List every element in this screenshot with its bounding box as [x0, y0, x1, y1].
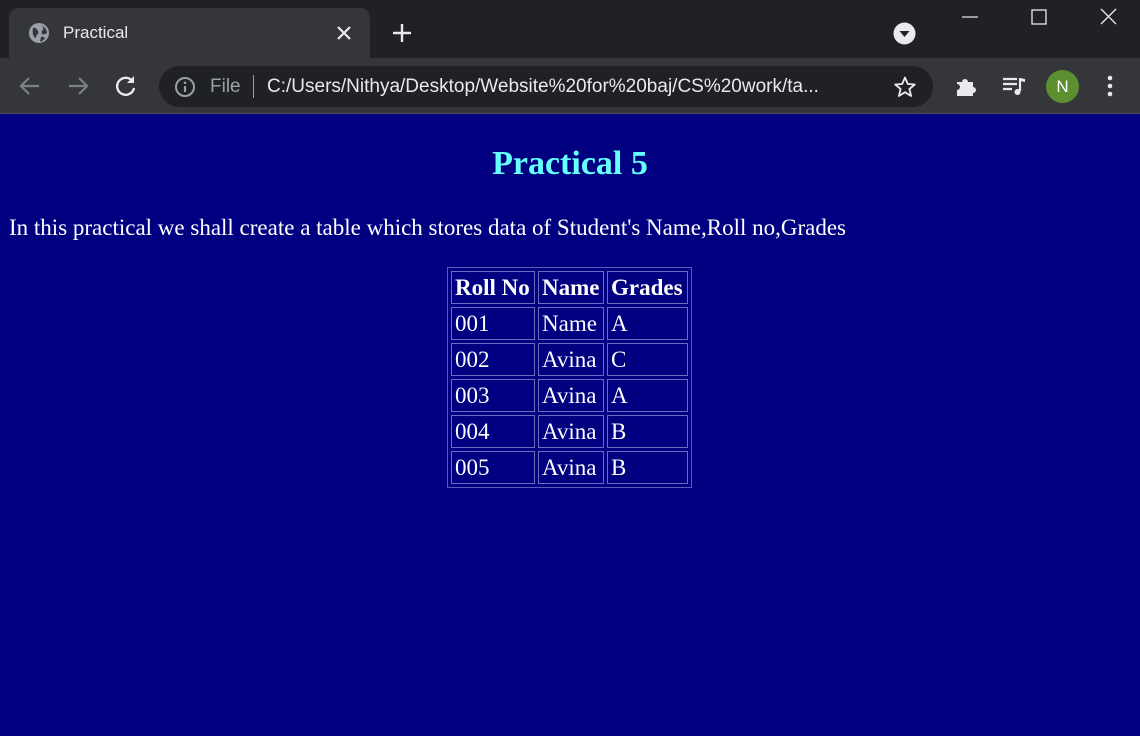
globe-icon: [29, 23, 49, 43]
cell-grade: A: [607, 379, 688, 412]
browser-tab[interactable]: Practical: [9, 8, 370, 58]
cell-roll-no: 004: [451, 415, 535, 448]
address-bar[interactable]: File C:/Users/Nithya/Desktop/Website%20f…: [159, 66, 933, 107]
table-header-row: Roll No Name Grades: [451, 271, 688, 304]
reload-icon[interactable]: [113, 73, 139, 99]
table-row: 005 Avina B: [451, 451, 688, 484]
cell-name: Name: [538, 307, 604, 340]
forward-icon[interactable]: [65, 73, 91, 99]
header-name: Name: [538, 271, 604, 304]
title-bar: Practical: [0, 0, 1140, 58]
avatar[interactable]: N: [1046, 70, 1079, 103]
page-content: Practical 5 In this practical we shall c…: [0, 115, 1140, 736]
tab-close-icon[interactable]: [335, 24, 353, 42]
cell-grade: B: [607, 415, 688, 448]
table-row: 001 Name A: [451, 307, 688, 340]
cell-roll-no: 002: [451, 343, 535, 376]
cell-name: Avina: [538, 379, 604, 412]
header-roll-no: Roll No: [451, 271, 535, 304]
cell-name: Avina: [538, 451, 604, 484]
cell-grade: C: [607, 343, 688, 376]
info-icon[interactable]: [174, 76, 196, 98]
window-close-icon[interactable]: [1099, 7, 1118, 26]
bookmark-star-icon[interactable]: [893, 75, 917, 99]
address-url[interactable]: C:/Users/Nithya/Desktop/Website%20for%20…: [267, 76, 877, 98]
page-title: Practical 5: [492, 145, 648, 182]
cell-name: Avina: [538, 343, 604, 376]
minimize-icon[interactable]: [960, 8, 980, 26]
tab-title: Practical: [63, 23, 129, 42]
cell-grade: B: [607, 451, 688, 484]
cell-roll-no: 003: [451, 379, 535, 412]
menu-kebab-icon[interactable]: [1097, 73, 1123, 99]
address-scheme: File: [210, 76, 241, 97]
browser-toolbar: File C:/Users/Nithya/Desktop/Website%20f…: [0, 58, 1140, 114]
intro-paragraph: In this practical we shall create a tabl…: [9, 215, 846, 240]
media-controls-icon[interactable]: [1001, 73, 1027, 99]
cell-grade: A: [607, 307, 688, 340]
cell-roll-no: 001: [451, 307, 535, 340]
header-grades: Grades: [607, 271, 688, 304]
back-icon[interactable]: [17, 73, 43, 99]
student-table-wrapper: Roll No Name Grades 001 Name A 002 Avina…: [447, 267, 692, 488]
table-row: 002 Avina C: [451, 343, 688, 376]
new-tab-icon[interactable]: [390, 21, 414, 45]
cell-name: Avina: [538, 415, 604, 448]
extensions-icon[interactable]: [953, 73, 979, 99]
maximize-icon[interactable]: [1030, 8, 1048, 26]
table-row: 003 Avina A: [451, 379, 688, 412]
address-separator: [253, 75, 254, 98]
student-table: Roll No Name Grades 001 Name A 002 Avina…: [447, 267, 692, 488]
tab-search-icon[interactable]: [893, 22, 916, 45]
table-row: 004 Avina B: [451, 415, 688, 448]
cell-roll-no: 005: [451, 451, 535, 484]
